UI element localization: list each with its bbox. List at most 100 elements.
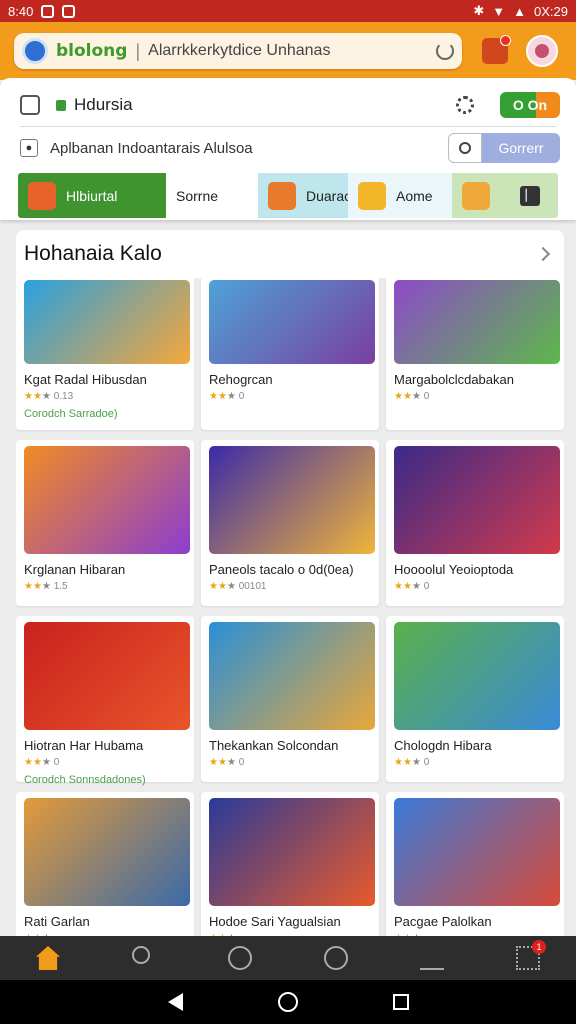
stars-icon: ★★ bbox=[209, 757, 227, 768]
game-card[interactable]: Hodoe Sari Yagualsian★★★ bbox=[201, 792, 379, 936]
game-thumbnail[interactable] bbox=[24, 446, 190, 554]
toggle-switch[interactable]: O On bbox=[500, 92, 560, 118]
brand-name: blolong bbox=[56, 41, 128, 61]
wifi-icon: ▼ bbox=[492, 3, 506, 19]
search-bar[interactable]: blolong | Alarrkkerkytdice Unhanas bbox=[14, 33, 462, 69]
game-card[interactable]: Hiotran Har Hubama ★★★ 0 Corodch Sonnsdado… bbox=[16, 616, 194, 786]
game-rating: ★★★ 0.13 bbox=[24, 391, 74, 402]
game-thumbnail[interactable] bbox=[24, 622, 190, 730]
stars-icon: ★★ bbox=[24, 391, 42, 402]
notification-icon bbox=[41, 4, 55, 18]
recents-icon[interactable] bbox=[392, 994, 409, 1010]
lock-icon bbox=[56, 99, 66, 111]
game-title: Krglanan Hibaran bbox=[24, 562, 126, 577]
game-card[interactable]: Krglanan Hibaran ★★★ 1.5 bbox=[16, 440, 194, 606]
app-logo-icon bbox=[22, 38, 48, 64]
category-tab-1[interactable]: Hlbiurtal bbox=[18, 173, 166, 218]
game-thumbnail[interactable] bbox=[394, 798, 560, 906]
game-card[interactable]: Thekankan Solcondan ★★★ 0 bbox=[201, 616, 379, 782]
category-more[interactable]: ▏ bbox=[452, 173, 558, 218]
game-thumbnail[interactable] bbox=[209, 622, 375, 730]
rating-value: 0 bbox=[423, 581, 430, 592]
game-thumbnail[interactable] bbox=[24, 798, 190, 906]
game-rating: ★★★ 0 bbox=[209, 391, 245, 402]
game-list: Hohanaia Kalo Kgat Radal Hibusdan ★★★ 0.1… bbox=[16, 230, 564, 936]
section-title: Hohanaia Kalo bbox=[24, 242, 162, 265]
category-label: Aome bbox=[396, 187, 433, 204]
rating-value: 0 bbox=[238, 391, 245, 402]
grid-icon[interactable]: 1 bbox=[516, 940, 546, 970]
rating-value: 0 bbox=[423, 391, 430, 402]
game-thumbnail[interactable] bbox=[394, 622, 560, 730]
status-clock: 0X:29 bbox=[534, 3, 568, 19]
game-card[interactable]: Pacgae Palolkan★★★ bbox=[386, 792, 564, 936]
bluetooth-icon: ✱ bbox=[473, 3, 485, 18]
category-tab-2[interactable]: Sorrne bbox=[166, 173, 258, 218]
home-icon[interactable] bbox=[36, 946, 60, 970]
game-thumbnail[interactable] bbox=[24, 280, 190, 364]
game-rating: ★★★ 0 bbox=[394, 757, 430, 768]
game-card[interactable]: Margabolclcdabakan ★★★ 0 bbox=[386, 278, 564, 430]
game-title: Kgat Radal Hibusdan bbox=[24, 372, 147, 387]
bottom-nav: 1 bbox=[0, 936, 576, 980]
game-card[interactable]: Rati Garlan★★★ bbox=[16, 792, 194, 936]
tab-icon[interactable] bbox=[20, 95, 40, 115]
game-rating: ★★★ 0 bbox=[394, 391, 430, 402]
stars-icon: ★★ bbox=[209, 581, 227, 592]
category-thumbnail bbox=[462, 181, 490, 210]
home-button-icon[interactable] bbox=[277, 992, 298, 1012]
game-title: Chologdn Hibara bbox=[394, 738, 492, 753]
category-tab-3[interactable]: Duarack bbox=[258, 173, 358, 218]
game-card[interactable]: Hoooolul Yeoioptoda ★★★ 0 bbox=[386, 440, 564, 606]
system-nav bbox=[0, 980, 576, 1024]
stars-icon: ★★ bbox=[394, 757, 412, 768]
rating-value: 0 bbox=[238, 757, 245, 768]
stars-icon: ★★ bbox=[209, 391, 227, 402]
category-thumbnail bbox=[358, 181, 386, 210]
game-card[interactable]: Paneols tacalo o 0d(0ea) ★★★ 00101 bbox=[201, 440, 379, 606]
game-thumbnail[interactable] bbox=[394, 446, 560, 554]
settings-icon[interactable] bbox=[456, 96, 474, 114]
game-title: Margabolclcdabakan bbox=[394, 372, 514, 387]
signal-icon: ▲ bbox=[513, 3, 527, 19]
cart-icon[interactable] bbox=[482, 35, 511, 64]
chevron-right-icon[interactable] bbox=[535, 246, 551, 262]
game-thumbnail[interactable] bbox=[209, 446, 375, 554]
game-rating: ★★★ 0 bbox=[209, 757, 245, 768]
game-row: Krglanan Hibaran ★★★ 1.5 Paneols tacalo o … bbox=[16, 440, 564, 606]
page-title: Hdursia bbox=[74, 95, 133, 114]
game-thumbnail[interactable] bbox=[394, 280, 560, 364]
category-tab-4[interactable]: Aome bbox=[348, 173, 452, 218]
game-title: Paneols tacalo o 0d(0ea) bbox=[209, 562, 354, 577]
rating-value: 0 bbox=[53, 757, 60, 768]
clock-icon[interactable] bbox=[228, 946, 252, 970]
filter-subtitle: Aplbanan Indoantarais Alulsoa bbox=[50, 139, 253, 157]
game-title: Hodoe Sari Yagualsian bbox=[209, 914, 341, 929]
game-thumbnail[interactable] bbox=[209, 798, 375, 906]
search-input[interactable]: Alarrkkerkytdice Unhanas bbox=[148, 42, 436, 60]
generate-button[interactable]: Gorrerr bbox=[482, 133, 560, 163]
compass-icon[interactable] bbox=[324, 946, 348, 970]
game-row: Rati Garlan★★★ Hodoe Sari Yagualsian★★★ … bbox=[16, 792, 564, 936]
game-card[interactable]: Chologdn Hibara ★★★ 0 bbox=[386, 616, 564, 782]
avatar[interactable] bbox=[526, 35, 558, 67]
game-card[interactable]: Rehogrcan ★★★ 0 bbox=[201, 278, 379, 430]
game-tag: Corodch Sarradoe) bbox=[24, 408, 118, 420]
category-tabs: Hlbiurtal Sorrne Duarack Aome ▏ bbox=[18, 173, 558, 218]
game-tag: Corodch Sonnsdadones) bbox=[24, 774, 146, 786]
refresh-icon[interactable] bbox=[436, 42, 454, 60]
game-title: Hiotran Har Hubama bbox=[24, 738, 144, 753]
search-button[interactable] bbox=[448, 133, 482, 163]
status-time: 8:40 bbox=[8, 3, 34, 19]
game-row: Kgat Radal Hibusdan ★★★ 0.13 Corodch Sarra… bbox=[16, 278, 564, 430]
game-thumbnail[interactable] bbox=[209, 280, 375, 364]
back-icon[interactable] bbox=[167, 993, 183, 1011]
section-header[interactable]: Hohanaia Kalo bbox=[16, 230, 564, 278]
search-icon[interactable] bbox=[132, 946, 156, 970]
game-card[interactable]: Kgat Radal Hibusdan ★★★ 0.13 Corodch Sarra… bbox=[16, 278, 194, 430]
category-thumbnail bbox=[268, 181, 296, 210]
rating-value: 0 bbox=[423, 757, 430, 768]
profile-icon[interactable] bbox=[420, 946, 444, 970]
rating-value: 00101 bbox=[238, 581, 267, 592]
stars-icon: ★★ bbox=[24, 581, 42, 592]
